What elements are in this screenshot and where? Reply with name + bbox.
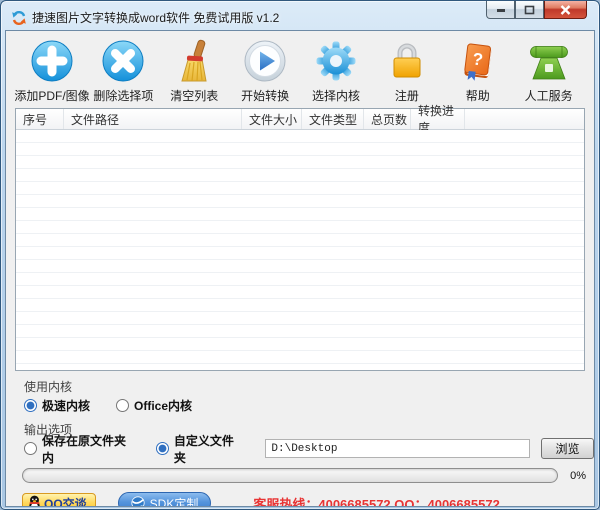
globe-icon [131,496,145,506]
column-header-filepath[interactable]: 文件路径 [64,109,242,129]
toolbar-button-label: 添加PDF/图像 [14,89,90,103]
file-list-header: 序号 文件路径 文件大小 文件类型 总页数 转换进度 [16,104,584,135]
clear-list-button[interactable]: 清空列表 [159,39,230,104]
sdk-custom-button[interactable]: SDK定制 [117,492,212,507]
delete-selected-button[interactable]: 删除选择项 [88,39,159,104]
office-kernel-label: Office内核 [134,399,193,413]
kernel-options: 极速内核 Office内核 [24,397,594,414]
client-area: 添加PDF/图像 删除选择项 清空列表 开始转换 选择内核 注册 ? 帮助 人工… [5,30,595,507]
window-title: 捷速图片文字转换成word软件 免费试用版 v1.2 [32,11,280,25]
phone-icon [527,39,571,83]
window-controls [486,1,587,19]
kernel-section-label: 使用内核 [24,380,73,394]
custom-folder-radio[interactable] [155,442,169,455]
custom-folder-label: 自定义文件夹 [173,433,234,465]
save-original-label: 保存在原文件夹内 [42,433,127,465]
progress-bar [22,468,558,483]
toolbar-button-label: 人工服务 [524,89,573,103]
radio-save-original-folder[interactable]: 保存在原文件夹内 [24,432,130,466]
column-header-filler [465,109,584,129]
browse-button[interactable]: 浏览 [540,438,594,459]
progress-percent: 0% [570,469,586,482]
toolbar: 添加PDF/图像 删除选择项 清空列表 开始转换 选择内核 注册 ? 帮助 人工… [6,31,594,104]
file-list-table: 序号 文件路径 文件大小 文件类型 总页数 转换进度 [15,104,585,371]
column-header-index[interactable]: 序号 [16,109,64,129]
output-folder-input[interactable] [265,439,530,458]
column-header-filesize[interactable]: 文件大小 [242,109,302,129]
service-hotline-link[interactable]: 客服热线：4006685572 QQ：4006685572 [253,494,499,507]
file-list-body[interactable] [16,130,584,370]
sdk-label: SDK定制 [149,496,199,507]
toolbar-button-label: 注册 [394,89,419,103]
column-header-progress[interactable]: 转换进度 [411,104,465,135]
play-icon [243,39,287,83]
qq-chat-label: QQ交谈 [44,496,87,507]
column-header-pages[interactable]: 总页数 [364,109,411,129]
save-original-radio[interactable] [24,442,37,455]
footer: QQ交谈 SDK定制 客服热线：4006685572 QQ：4006685572 [22,492,578,507]
toolbar-button-label: 清空列表 [170,89,219,103]
app-window: 捷速图片文字转换成word软件 免费试用版 v1.2 添加PDF/图像 删除选择… [0,0,600,510]
help-button[interactable]: ? 帮助 [442,39,513,104]
toolbar-button-label: 开始转换 [241,89,290,103]
radio-fast-kernel[interactable]: 极速内核 [24,397,90,414]
select-kernel-button[interactable]: 选择内核 [301,39,372,104]
maximize-button[interactable] [515,1,544,19]
radio-custom-folder[interactable]: 自定义文件夹 [155,432,240,466]
toolbar-button-label: 选择内核 [312,89,361,103]
broom-icon [172,39,216,83]
progress-row: 0% [22,468,586,483]
app-logo-icon [11,10,27,26]
start-convert-button[interactable]: 开始转换 [230,39,301,104]
column-header-filetype[interactable]: 文件类型 [302,109,364,129]
fast-kernel-radio[interactable] [24,399,37,412]
add-pdf-image-button[interactable]: 添加PDF/图像 [14,39,90,104]
help-book-icon: ? [456,39,500,83]
register-button[interactable]: 注册 [371,39,442,104]
office-kernel-radio[interactable] [116,399,130,412]
qq-chat-button[interactable]: QQ交谈 [22,492,96,507]
fast-kernel-label: 极速内核 [42,399,91,413]
delete-icon [101,39,145,83]
radio-office-kernel[interactable]: Office内核 [116,397,192,414]
output-options: 保存在原文件夹内 自定义文件夹 浏览 [24,434,594,465]
gear-icon [314,39,358,83]
qq-penguin-icon [28,495,41,506]
toolbar-button-label: 删除选择项 [93,89,154,103]
toolbar-button-label: 帮助 [465,89,490,103]
minimize-button[interactable] [486,1,515,19]
close-button[interactable] [544,1,587,19]
add-icon [30,39,74,83]
manual-service-button[interactable]: 人工服务 [513,39,584,104]
lock-icon [385,39,429,83]
